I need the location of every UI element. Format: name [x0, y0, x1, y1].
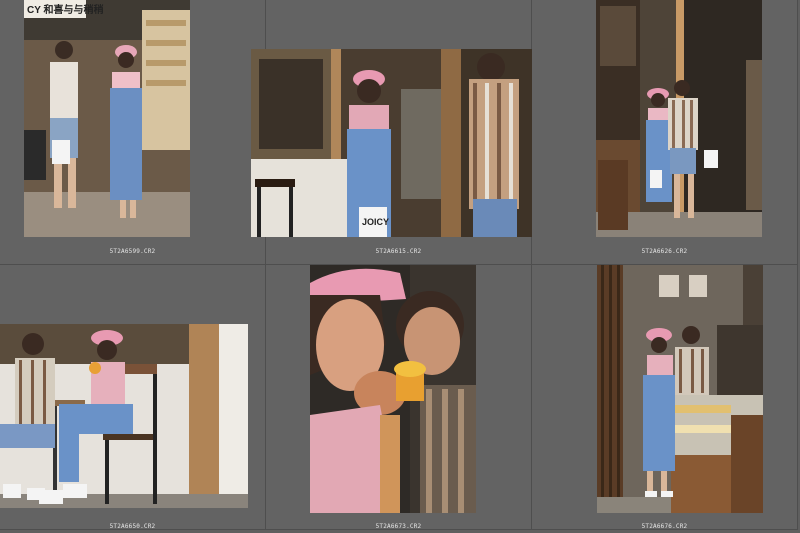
- thumbnail-grid: CY 和喜与与稍稍 5T2A6599.CR2 JOICY 5T2A6615.CR…: [0, 0, 800, 533]
- thumbnail-cell-2[interactable]: JOICY 5T2A6615.CR2: [251, 0, 533, 265]
- bag-text: JOICY: [362, 217, 389, 227]
- photo-thumbnail[interactable]: [0, 324, 248, 508]
- thumbnail-filename: 5T2A6599.CR2: [109, 248, 156, 255]
- thumbnail-cell-1[interactable]: CY 和喜与与稍稍 5T2A6599.CR2: [0, 0, 266, 265]
- thumbnail-cell-5[interactable]: 5T2A6673.CR2: [266, 265, 532, 530]
- thumbnail-filename: 5T2A6615.CR2: [375, 248, 422, 255]
- thumbnail-filename: 5T2A6626.CR2: [641, 248, 688, 255]
- photo-thumbnail[interactable]: [310, 265, 476, 513]
- shop-sign-text: CY 和喜与与稍稍: [27, 3, 104, 16]
- thumbnail-cell-4[interactable]: 5T2A6650.CR2: [0, 265, 266, 530]
- thumbnail-filename: 5T2A6650.CR2: [109, 523, 156, 530]
- photo-thumbnail[interactable]: [596, 0, 762, 237]
- thumbnail-filename: 5T2A6673.CR2: [375, 523, 422, 530]
- photo-thumbnail[interactable]: JOICY: [251, 49, 533, 237]
- photo-thumbnail[interactable]: CY 和喜与与稍稍: [24, 0, 190, 237]
- thumbnail-cell-6[interactable]: 5T2A6676.CR2: [532, 265, 798, 530]
- thumbnail-cell-3[interactable]: 5T2A6626.CR2: [532, 0, 798, 265]
- thumbnail-filename: 5T2A6676.CR2: [641, 523, 688, 530]
- photo-thumbnail[interactable]: [597, 265, 763, 513]
